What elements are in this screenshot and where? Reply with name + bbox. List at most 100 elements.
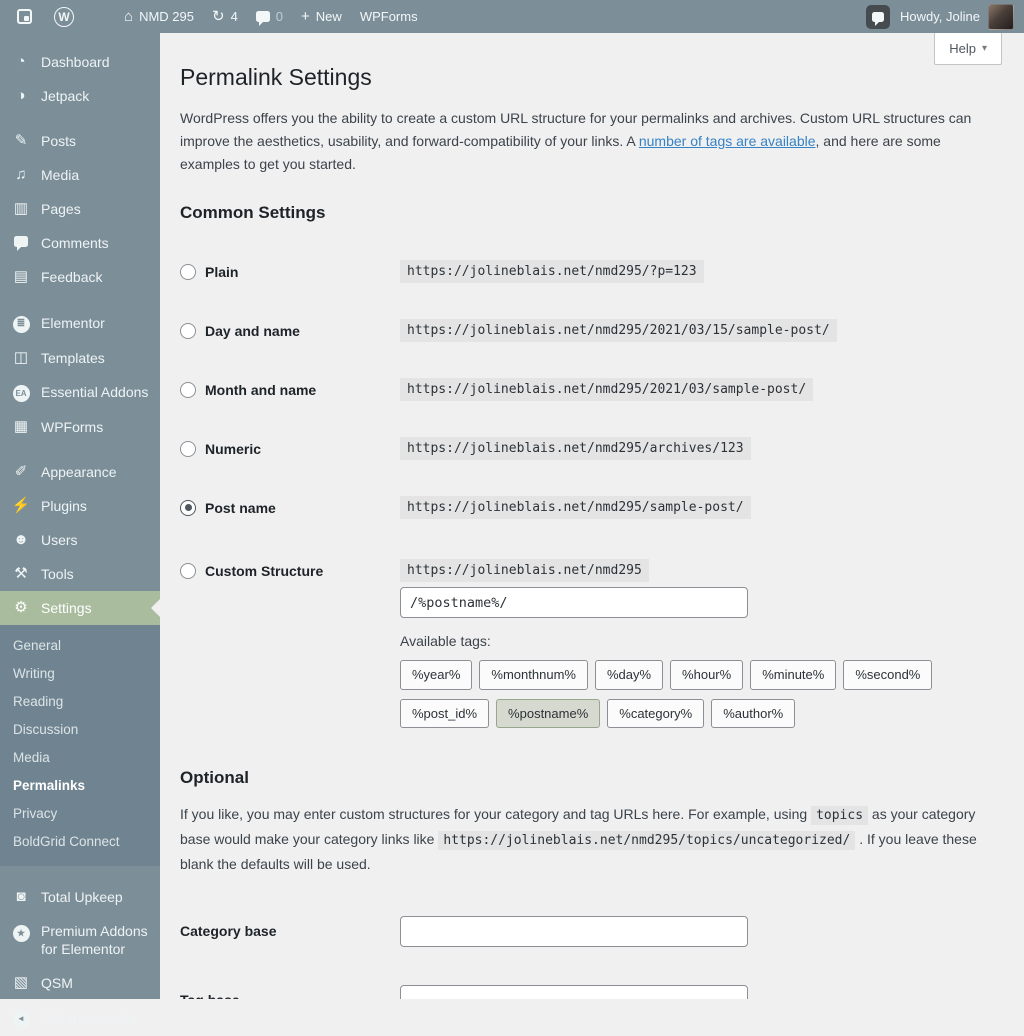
wpforms-icon: ▦ [13, 418, 29, 435]
sidebar-item-qsm[interactable]: ▧ QSM [0, 966, 160, 1000]
sidebar-item-label: Users [41, 532, 78, 548]
intro-paragraph: WordPress offers you the ability to crea… [180, 107, 1002, 176]
sidebar-item-essential-addons[interactable]: EA Essential Addons [0, 375, 160, 411]
tag-button-monthnum[interactable]: %monthnum% [479, 660, 588, 690]
sidebar-item-wpforms[interactable]: ▦ WPForms [0, 410, 160, 444]
sidebar-item-media[interactable]: ♫ Media [0, 158, 160, 192]
radio-month-name[interactable] [180, 381, 196, 398]
radio-numeric[interactable] [180, 440, 196, 457]
tag-button-day[interactable]: %day% [594, 660, 664, 690]
submenu-item-writing[interactable]: Writing [0, 660, 160, 688]
sidebar-item-pages[interactable]: ▥ Pages [0, 192, 160, 226]
sidebar-separator [0, 294, 160, 305]
sidebar-item-posts[interactable]: ✎ Posts [0, 124, 160, 158]
tag-button-minute[interactable]: %minute% [750, 660, 837, 690]
main-content: Help ▾ Permalink Settings WordPress offe… [160, 33, 1024, 999]
radio-custom-structure[interactable] [180, 563, 196, 580]
notification-bubble-icon [872, 11, 885, 26]
sidebar-item-collapse-menu[interactable]: ◄ Collapse menu [0, 1000, 160, 1036]
howdy-label[interactable]: Howdy, Joline [900, 9, 980, 24]
sidebar-item-label: Collapse menu [41, 1009, 135, 1026]
option-row-plain: Plain https://jolineblais.net/nmd295/?p=… [180, 260, 1002, 284]
comments-item[interactable]: 0 [247, 0, 292, 33]
option-row-custom-structure: Custom Structure https://jolineblais.net… [180, 559, 1002, 737]
user-avatar[interactable] [988, 3, 1014, 30]
sidebar-item-label: Premium Addons for Elementor [41, 923, 148, 957]
settings-submenu: General Writing Reading Discussion Media… [0, 625, 160, 866]
sidebar-separator [0, 113, 160, 124]
option-label-numeric[interactable]: Numeric [180, 440, 400, 457]
custom-structure-input[interactable] [400, 587, 748, 619]
wordpress-menu-item[interactable]: W [41, 0, 87, 33]
option-label-custom-structure[interactable]: Custom Structure [180, 563, 400, 580]
admin-bar: W ⌂ NMD 295 ↻ 4 0 + New WPForms Howdy, J… [0, 0, 1024, 33]
admin-bar-left: W ⌂ NMD 295 ↻ 4 0 + New WPForms [8, 0, 427, 33]
site-name-item[interactable]: ⌂ NMD 295 [115, 0, 203, 33]
radio-post-name[interactable] [180, 499, 196, 516]
sidebar-item-premium-addons[interactable]: ★ Premium Addons for Elementor [0, 914, 160, 966]
submenu-item-permalinks[interactable]: Permalinks [0, 772, 160, 800]
category-base-row: Category base [180, 915, 1002, 947]
submenu-item-discussion[interactable]: Discussion [0, 716, 160, 744]
new-content-item[interactable]: + New [292, 0, 351, 33]
sidebar-item-label: Elementor [41, 314, 105, 331]
sidebar-item-tools[interactable]: ⚒ Tools [0, 557, 160, 591]
tag-base-input[interactable] [400, 984, 748, 999]
sidebar-item-label: Media [41, 167, 80, 183]
help-button[interactable]: Help ▾ [934, 33, 1002, 65]
tools-icon: ⚒ [14, 565, 28, 582]
sidebar-item-comments[interactable]: Comments [0, 226, 160, 260]
wpforms-toolbar-item[interactable]: WPForms [351, 0, 427, 33]
boldgrid-icon [17, 9, 32, 24]
tag-button-category[interactable]: %category% [607, 698, 705, 729]
tag-button-postname[interactable]: %postname% [496, 698, 601, 729]
tag-button-second[interactable]: %second% [843, 660, 933, 690]
essential-addons-icon: EA [11, 383, 31, 402]
sidebar-item-templates[interactable]: ◫ Templates [0, 341, 160, 375]
tag-base-label: Tag base [180, 992, 400, 999]
premium-addons-icon: ★ [11, 923, 31, 942]
tag-button-hour[interactable]: %hour% [670, 660, 744, 690]
page-title: Permalink Settings [180, 64, 372, 90]
dashboard-icon: ◔ [16, 53, 26, 70]
option-text: Month and name [205, 381, 317, 398]
sidebar-item-feedback[interactable]: ▤ Feedback [0, 260, 160, 294]
feedback-icon: ▤ [13, 268, 29, 285]
sidebar-item-users[interactable]: ☻ Users [0, 523, 160, 557]
sidebar-item-plugins[interactable]: ⚡ Plugins [0, 489, 160, 523]
category-base-input[interactable] [400, 915, 748, 947]
option-label-month-name[interactable]: Month and name [180, 381, 400, 398]
common-settings-heading: Common Settings [180, 203, 326, 223]
notifications-button[interactable] [866, 4, 891, 29]
site-name-label: NMD 295 [139, 9, 194, 24]
new-label: New [315, 9, 342, 24]
wpforms-toolbar-label: WPForms [359, 9, 418, 24]
submenu-item-general[interactable]: General [0, 632, 160, 660]
submenu-item-media[interactable]: Media [0, 744, 160, 772]
optional-text-1: If you like, you may enter custom struct… [180, 805, 812, 822]
submenu-item-boldgrid-connect[interactable]: BoldGrid Connect [0, 828, 160, 856]
radio-plain[interactable] [180, 263, 196, 280]
tag-button-year[interactable]: %year% [400, 660, 473, 690]
sidebar-item-label: Settings [41, 600, 92, 616]
option-row-numeric: Numeric https://jolineblais.net/nmd295/a… [180, 437, 1002, 461]
option-label-day-name[interactable]: Day and name [180, 322, 400, 339]
option-label-plain[interactable]: Plain [180, 263, 400, 280]
updates-item[interactable]: ↻ 4 [203, 0, 247, 33]
tag-button-post-id[interactable]: %post_id% [400, 698, 490, 729]
sidebar-item-total-upkeep[interactable]: ◙ Total Upkeep [0, 880, 160, 914]
sidebar-item-appearance[interactable]: ✐ Appearance [0, 455, 160, 489]
submenu-item-privacy[interactable]: Privacy [0, 800, 160, 828]
sidebar-item-settings[interactable]: ⚙ Settings [0, 591, 160, 625]
option-label-post-name[interactable]: Post name [180, 499, 400, 516]
comments-icon [11, 234, 31, 252]
boldgrid-toolbar-item[interactable] [8, 0, 41, 33]
submenu-item-reading[interactable]: Reading [0, 688, 160, 716]
sidebar-item-elementor[interactable]: ≣ Elementor [0, 305, 160, 341]
tags-available-link[interactable]: number of tags are available [639, 133, 816, 149]
option-row-post-name: Post name https://jolineblais.net/nmd295… [180, 496, 1002, 520]
sidebar-item-dashboard[interactable]: ◔ Dashboard [0, 45, 160, 79]
sidebar-item-jetpack[interactable]: ◑ Jetpack [0, 79, 160, 113]
tag-button-author[interactable]: %author% [711, 698, 796, 729]
radio-day-name[interactable] [180, 322, 196, 339]
